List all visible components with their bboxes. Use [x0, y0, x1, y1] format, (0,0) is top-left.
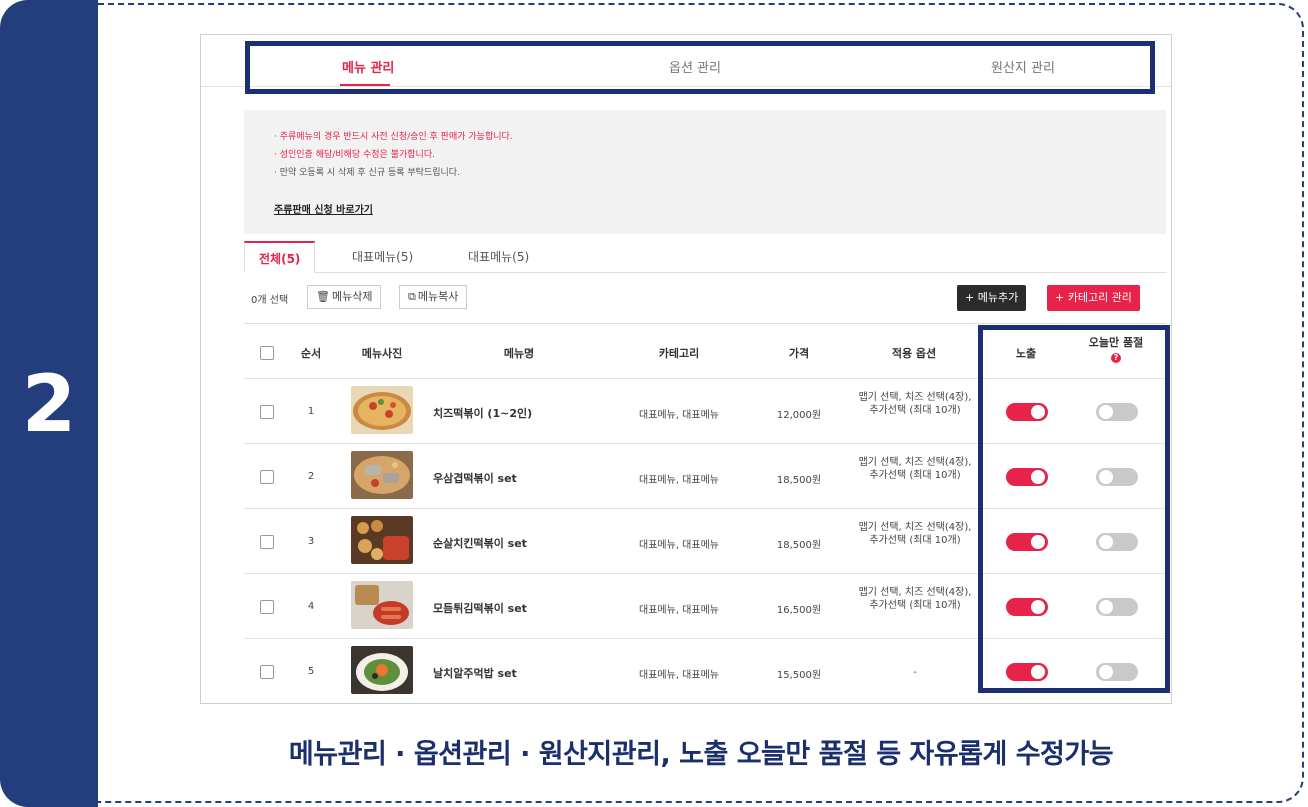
copy-icon: ⧉ — [408, 290, 416, 303]
row-checkbox[interactable] — [260, 535, 274, 549]
row-price: 18,500원 — [776, 540, 822, 551]
step-number: 2 — [21, 360, 77, 450]
row-name: 우삼겹떡볶이 set — [433, 472, 517, 485]
header-options: 적용 옵션 — [891, 347, 937, 360]
subtab-representative-1[interactable]: 대표메뉴(5) — [352, 241, 413, 273]
row-order: 3 — [307, 536, 315, 547]
row-options: 맵기 선택, 치즈 선택(4장), 추가선택 (최대 10개) — [858, 587, 972, 611]
row-options: 맵기 선택, 치즈 선택(4장), 추가선택 (최대 10개) — [858, 392, 972, 416]
row-category: 대표메뉴, 대표메뉴 — [639, 670, 719, 681]
row-order: 5 — [307, 666, 315, 677]
row-price: 15,500원 — [776, 670, 822, 681]
row-order: 2 — [307, 471, 315, 482]
copy-menu-label: 메뉴복사 — [417, 290, 459, 303]
add-menu-button[interactable]: + 메뉴추가 — [957, 285, 1027, 311]
row-category: 대표메뉴, 대표메뉴 — [639, 475, 719, 486]
row-options: 맵기 선택, 치즈 선택(4장), 추가선택 (최대 10개) — [858, 522, 972, 546]
notice-line-misregister: · 만약 오등록 시 삭제 후 신규 등록 부탁드립니다. — [274, 168, 460, 178]
row-price: 18,500원 — [776, 475, 822, 486]
row-name: 날치알주먹밥 set — [433, 667, 517, 680]
header-order: 순서 — [300, 347, 322, 360]
row-options: 맵기 선택, 치즈 선택(4장), 추가선택 (최대 10개) — [858, 457, 972, 481]
row-category: 대표메뉴, 대표메뉴 — [639, 540, 719, 551]
row-price: 12,000원 — [776, 410, 822, 421]
notice-box: · 주류메뉴의 경우 반드시 사전 신청/승인 후 판매가 가능합니다. · 성… — [244, 110, 1166, 234]
highlight-box-tabs — [245, 41, 1155, 94]
caption: 메뉴관리 · 옵션관리 · 원산지관리, 노출 오늘만 품절 등 자유롭게 수정… — [288, 739, 1114, 770]
row-name: 치즈떡볶이 (1~2인) — [433, 407, 533, 420]
row-price: 16,500원 — [776, 605, 822, 616]
sub-tab-bar: 전체(5) 대표메뉴(5) 대표메뉴(5) — [244, 241, 1166, 273]
row-name: 모듬튀김떡볶이 set — [433, 602, 527, 615]
row-order: 4 — [307, 601, 315, 612]
menu-photo — [351, 386, 413, 434]
subtab-all[interactable]: 전체(5) — [244, 241, 316, 273]
category-manage-button[interactable]: + 카테고리 관리 — [1047, 285, 1140, 311]
row-options: - — [913, 667, 917, 678]
menu-photo — [351, 581, 413, 629]
row-checkbox[interactable] — [260, 405, 274, 419]
header-photo: 메뉴사진 — [361, 347, 403, 360]
trash-icon: 🗑 — [316, 290, 330, 303]
row-category: 대표메뉴, 대표메뉴 — [639, 605, 719, 616]
copy-menu-button[interactable]: ⧉ 메뉴복사 — [399, 285, 468, 309]
admin-panel: 메뉴 관리 옵션 관리 원산지 관리 · 주류메뉴의 경우 반드시 사전 신청/… — [200, 34, 1172, 704]
menu-photo — [351, 646, 413, 694]
delete-menu-button[interactable]: 🗑 메뉴삭제 — [307, 285, 382, 309]
row-order: 1 — [307, 406, 315, 417]
row-checkbox[interactable] — [260, 470, 274, 484]
header-name: 메뉴명 — [503, 347, 535, 360]
row-checkbox[interactable] — [260, 600, 274, 614]
menu-photo — [351, 516, 413, 564]
selected-count: 0개 선택 — [251, 295, 289, 306]
alcohol-sale-link[interactable]: 주류판매 신청 바로가기 — [274, 201, 373, 216]
row-checkbox[interactable] — [260, 665, 274, 679]
delete-menu-label: 메뉴삭제 — [331, 290, 373, 303]
notice-line-alcohol: · 주류메뉴의 경우 반드시 사전 신청/승인 후 판매가 가능합니다. — [274, 132, 513, 142]
subtab-representative-2[interactable]: 대표메뉴(5) — [468, 241, 529, 273]
select-all-checkbox[interactable] — [260, 346, 274, 360]
header-price: 가격 — [788, 347, 810, 360]
notice-line-adult: · 성인인증 해당/비해당 수정은 불가합니다. — [274, 150, 435, 160]
row-category: 대표메뉴, 대표메뉴 — [639, 410, 719, 421]
highlight-box-toggles — [978, 325, 1170, 693]
header-category: 카테고리 — [658, 347, 700, 360]
row-name: 순살치킨떡볶이 set — [433, 537, 527, 550]
menu-photo — [351, 451, 413, 499]
